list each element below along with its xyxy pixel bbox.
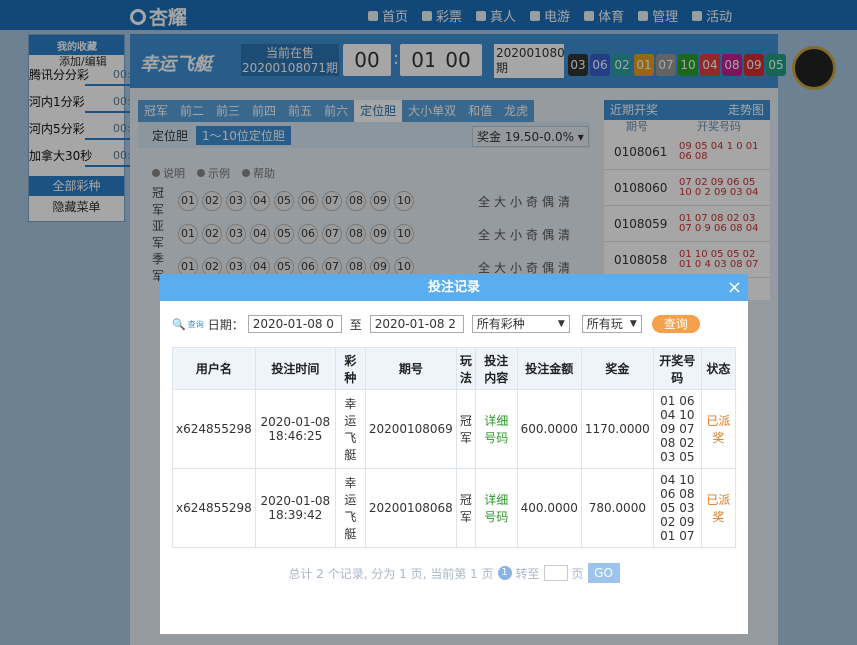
- column-header: 开奖号码: [652, 347, 702, 390]
- column-header: 玩法: [455, 347, 476, 390]
- pagination: 总计 2 个记录, 分为 1 页, 当前第 1 页 1 转至 页 GO: [160, 563, 748, 583]
- cell-lottery: 幸运飞艇: [334, 389, 366, 469]
- cell-content[interactable]: 详细号码: [474, 389, 518, 469]
- cell-time: 2020-01-08 18:39:42: [254, 468, 336, 548]
- column-header: 投注内容: [474, 347, 518, 390]
- cell-prize: 780.0000: [580, 468, 654, 548]
- go-button[interactable]: GO: [587, 563, 620, 583]
- bet-record-modal: 投注记录 × 🔍 查询 日期： 2020-01-08 0 至 2020-01-0…: [160, 274, 748, 634]
- cell-lottery: 幸运飞艇: [334, 468, 366, 548]
- cell-status: 已派奖: [700, 468, 737, 548]
- cell-user: x624855298: [172, 389, 256, 469]
- cell-nums: 01 06 04 10 09 07 08 02 03 05: [652, 389, 702, 469]
- cell-nums: 04 10 06 08 05 03 02 09 01 07: [652, 468, 702, 548]
- search-icon: 🔍: [172, 317, 186, 331]
- cell-issue: 20200108068: [364, 468, 457, 548]
- cell-amount: 400.0000: [516, 468, 582, 548]
- page-input[interactable]: [543, 565, 568, 581]
- close-icon[interactable]: ×: [727, 274, 742, 301]
- cell-play: 冠军: [455, 468, 476, 548]
- search-label: 查询: [187, 319, 204, 329]
- table-row: x624855298 2020-01-08 18:39:42 幸运飞艇 2020010…: [172, 468, 737, 548]
- date-from-input[interactable]: 2020-01-08 0: [247, 315, 342, 333]
- modal-header: 投注记录 ×: [160, 274, 748, 301]
- cell-content[interactable]: 详细号码: [474, 468, 518, 548]
- date-to-input[interactable]: 2020-01-08 2: [369, 315, 464, 333]
- table-row: x624855298 2020-01-08 18:46:25 幸运飞艇 2020010…: [172, 389, 737, 469]
- column-header: 投注金额: [516, 347, 582, 390]
- column-header: 奖金: [580, 347, 654, 390]
- cell-user: x624855298: [172, 468, 256, 548]
- cell-play: 冠军: [455, 389, 476, 469]
- play-select[interactable]: 所有玩 ▼: [581, 315, 642, 333]
- filter-bar: 🔍 查询 日期： 2020-01-08 0 至 2020-01-08 2 所有彩…: [172, 314, 700, 334]
- column-header: 期号: [364, 347, 457, 390]
- pager-summary: 总计 2 个记录, 分为 1 页, 当前第 1 页: [288, 566, 494, 581]
- date-label: 日期：: [207, 317, 244, 332]
- cell-time: 2020-01-08 18:46:25: [254, 389, 336, 469]
- jump-label: 转至: [515, 566, 540, 581]
- column-header: 用户名: [172, 347, 256, 390]
- lottery-select[interactable]: 所有彩种 ▼: [471, 315, 570, 333]
- query-button[interactable]: 查询: [651, 315, 700, 333]
- cell-prize: 1170.0000: [580, 389, 654, 469]
- column-header: 投注时间: [254, 347, 336, 390]
- cell-issue: 20200108069: [364, 389, 457, 469]
- column-header: 彩种: [334, 347, 366, 390]
- column-header: 状态: [700, 347, 737, 390]
- bet-record-table: 用户名 投注时间 彩种 期号 玩法 投注内容 投注金额 奖金 开奖号码 状态 x624855298…: [172, 347, 737, 548]
- cell-status: 已派奖: [700, 389, 737, 469]
- date-to-label: 至: [349, 317, 362, 332]
- current-page[interactable]: 1: [497, 566, 512, 580]
- page-unit: 页: [571, 566, 584, 581]
- cell-amount: 600.0000: [516, 389, 582, 469]
- modal-title: 投注记录: [427, 280, 480, 295]
